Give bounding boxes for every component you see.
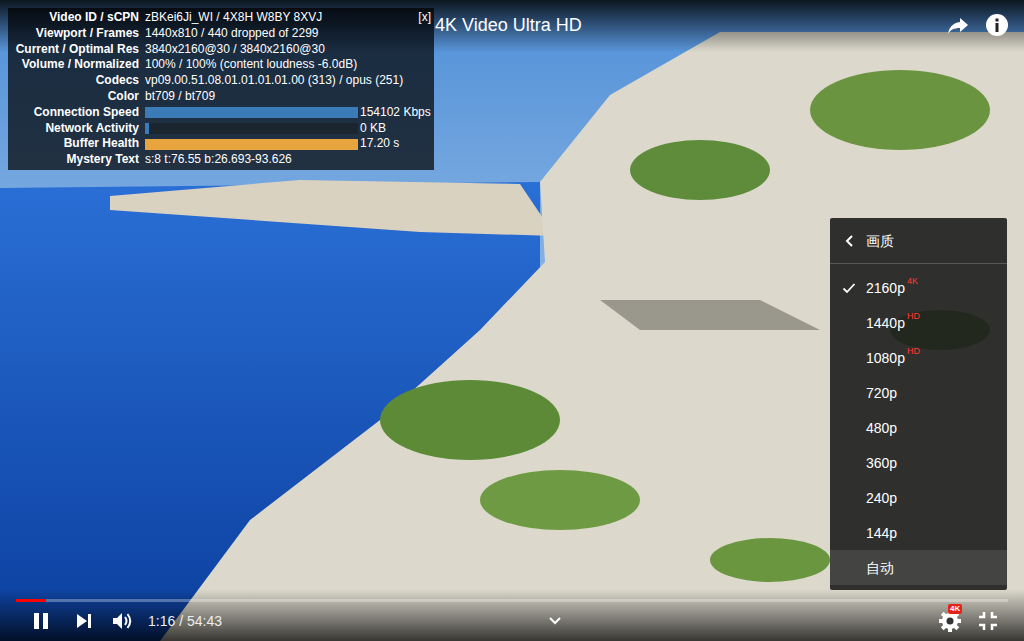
progress-track[interactable]	[16, 599, 1008, 602]
stats-row: Video ID / sCPN zBKei6Ji_WI / 4X8H W8BY 8…	[8, 10, 434, 26]
stats-label: Connection Speed	[8, 105, 139, 121]
stats-row: Volume / Normalized 100% / 100% (content …	[8, 57, 434, 73]
stats-reading: 17.20 s	[360, 136, 399, 152]
pause-icon[interactable]	[32, 612, 50, 630]
check-icon	[842, 281, 856, 295]
exit-fullscreen-icon[interactable]	[978, 611, 998, 631]
quality-option[interactable]: 2160p4K	[830, 270, 1007, 305]
quality-label: 720p	[866, 384, 897, 402]
stats-value: zBKei6Ji_WI / 4X8H W8BY 8XVJ	[145, 10, 322, 26]
time-display: 1:16 / 54:43	[148, 612, 222, 630]
stats-bar-fill	[145, 123, 149, 134]
stats-close-button[interactable]: [x]	[418, 10, 431, 24]
check-icon	[842, 351, 856, 365]
quality-label: 2160p	[866, 279, 905, 297]
video-title[interactable]: 4K Video Ultra HD	[435, 13, 582, 37]
chevron-down-icon[interactable]	[548, 616, 562, 626]
stats-bar-track	[145, 139, 358, 150]
quality-4k-badge: 4K	[948, 604, 962, 614]
quality-option[interactable]: 480p	[830, 410, 1007, 445]
quality-menu: 画质2160p4K1440pHD1080pHD720p480p360p240p1…	[830, 218, 1007, 590]
check-icon	[842, 526, 856, 540]
stats-bar-color	[145, 139, 358, 150]
stats-label: Video ID / sCPN	[8, 10, 139, 26]
check-icon	[842, 316, 856, 330]
quality-badge: HD	[907, 346, 920, 356]
stats-reading: 154102 Kbps	[360, 105, 431, 121]
stats-row: Buffer Health 17.20 s	[8, 136, 434, 152]
stats-label: Mystery Text	[8, 152, 139, 168]
quality-label: 240p	[866, 489, 897, 507]
stats-bar-color	[145, 123, 149, 134]
stats-value: 3840x2160@30 / 3840x2160@30	[145, 42, 325, 58]
quality-option[interactable]: 240p	[830, 480, 1007, 515]
quality-option[interactable]: 144p	[830, 515, 1007, 550]
quality-option[interactable]: 1440pHD	[830, 305, 1007, 340]
quality-badge: 4K	[907, 276, 918, 286]
controls-spacer	[222, 616, 938, 626]
quality-menu-header[interactable]: 画质	[830, 218, 1007, 264]
stats-bar-track	[145, 107, 358, 118]
quality-label: 480p	[866, 419, 897, 437]
stats-bar-color	[145, 107, 358, 118]
check-icon	[842, 491, 856, 505]
quality-menu-title: 画质	[866, 232, 894, 250]
check-icon	[842, 561, 856, 575]
stats-label: Network Activity	[8, 121, 139, 137]
stats-row: Connection Speed 154102 Kbps	[8, 105, 434, 121]
control-bar: 1:16 / 54:43 4K	[0, 589, 1024, 641]
check-icon	[842, 386, 856, 400]
controls-row: 1:16 / 54:43 4K	[0, 606, 1024, 636]
check-icon	[842, 421, 856, 435]
stats-reading: 0 KB	[360, 121, 386, 137]
stats-row: Color bt709 / bt709	[8, 89, 434, 105]
stats-bar-track	[145, 123, 358, 134]
quality-label: 144p	[866, 524, 897, 542]
quality-label: 自动	[866, 559, 894, 577]
quality-option[interactable]: 1080pHD	[830, 340, 1007, 375]
stats-value: 1440x810 / 440 dropped of 2299	[145, 26, 318, 42]
stats-value: 100% / 100% (content loudness -6.0dB)	[145, 57, 357, 73]
stats-label: Volume / Normalized	[8, 57, 139, 73]
stats-value: vp09.00.51.08.01.01.01.01.00 (313) / opu…	[145, 73, 403, 89]
back-chevron-icon[interactable]	[844, 235, 856, 247]
stats-row: Codecs vp09.00.51.08.01.01.01.01.00 (313)…	[8, 73, 434, 89]
check-icon	[842, 456, 856, 470]
stats-bar-fill	[145, 107, 358, 118]
quality-option[interactable]: 自动	[830, 550, 1007, 585]
quality-label: 1080p	[866, 349, 905, 367]
stats-label: Codecs	[8, 73, 139, 89]
settings-button[interactable]: 4K	[938, 609, 962, 633]
stats-label: Viewport / Frames	[8, 26, 139, 42]
stats-row: Current / Optimal Res 3840x2160@30 / 3840…	[8, 42, 434, 58]
quality-label: 1440p	[866, 314, 905, 332]
share-icon[interactable]	[946, 13, 970, 37]
progress-fill	[16, 599, 46, 602]
stats-value: s:8 t:76.55 b:26.693-93.626	[145, 152, 292, 168]
stats-row: Viewport / Frames 1440x810 / 440 dropped …	[8, 26, 434, 42]
volume-icon[interactable]	[112, 611, 134, 631]
stats-row: Network Activity 0 KB	[8, 121, 434, 137]
quality-label: 360p	[866, 454, 897, 472]
quality-badge: HD	[907, 311, 920, 321]
quality-option[interactable]: 720p	[830, 375, 1007, 410]
stats-panel: [x] Video ID / sCPN zBKei6Ji_WI / 4X8H W8B…	[8, 8, 434, 170]
stats-label: Current / Optimal Res	[8, 42, 139, 58]
info-icon[interactable]	[985, 13, 1009, 37]
next-icon[interactable]	[76, 613, 92, 629]
stats-bar-fill	[145, 139, 358, 150]
quality-option[interactable]: 360p	[830, 445, 1007, 480]
quality-list: 2160p4K1440pHD1080pHD720p480p360p240p144…	[830, 264, 1007, 585]
stats-value: bt709 / bt709	[145, 89, 215, 105]
stats-label: Color	[8, 89, 139, 105]
stats-label: Buffer Health	[8, 136, 139, 152]
stats-row: Mystery Text s:8 t:76.55 b:26.693-93.626	[8, 152, 434, 168]
